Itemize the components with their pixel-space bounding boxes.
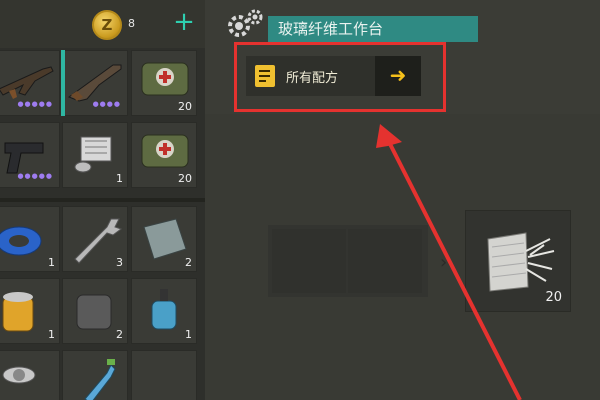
inventory-slot-rifle[interactable]: ●●●●● <box>0 50 60 116</box>
inventory-panel: Z 8 + ●●●●● ●●●● 20 ●●●●● 1 20 1 3 2 1 2… <box>0 0 205 400</box>
item-quantity: 1 <box>48 328 55 341</box>
inventory-slot-wrench[interactable]: 3 <box>62 206 128 272</box>
inventory-slot-pistol[interactable]: ●●●●● <box>0 122 60 188</box>
item-quantity: 20 <box>178 172 192 185</box>
ingredient-slot[interactable] <box>348 229 422 293</box>
rarity-dots: ●●●●● <box>17 172 53 180</box>
craft-direction-icon: › <box>440 252 448 273</box>
inventory-slot-engine[interactable]: 1 <box>62 122 128 188</box>
inventory-slot-metal-plate[interactable]: 2 <box>131 206 197 272</box>
glass-bottle-icon <box>84 359 116 400</box>
inventory-slot-medkit-2[interactable]: 20 <box>131 122 197 188</box>
inventory-slot-bottle[interactable] <box>62 350 128 400</box>
add-coin-button[interactable]: + <box>172 9 196 36</box>
workbench-title: 玻璃纤维工作台 <box>268 16 478 42</box>
selected-indicator <box>61 50 65 116</box>
inventory-slot-medkit[interactable]: 20 <box>131 50 197 116</box>
ingredient-slot[interactable] <box>272 229 346 293</box>
coin-count: 8 <box>128 17 135 30</box>
item-quantity: 20 <box>178 100 192 113</box>
highlight-annotation <box>234 42 446 112</box>
item-quantity: 1 <box>48 256 55 269</box>
item-quantity: 2 <box>116 328 123 341</box>
inventory-slot-empty[interactable] <box>131 350 197 400</box>
coin-icon: Z <box>92 10 122 40</box>
inventory-slot-pump[interactable]: 1 <box>131 278 197 344</box>
inventory-divider <box>0 198 205 202</box>
ingredient-slots <box>268 225 428 297</box>
item-quantity: 3 <box>116 256 123 269</box>
inventory-slot-propeller[interactable] <box>0 350 60 400</box>
inventory-slot-shotgun[interactable]: ●●●● <box>62 50 128 116</box>
inventory-slot-tape[interactable]: 1 <box>0 206 60 272</box>
output-slot[interactable]: 20 <box>465 210 571 312</box>
item-quantity: 1 <box>116 172 123 185</box>
rarity-dots: ●●●●● <box>17 100 53 108</box>
settings-gear-icon[interactable] <box>225 8 265 40</box>
propeller-icon <box>2 366 36 384</box>
output-quantity: 20 <box>545 290 562 305</box>
currency-bar: Z 8 + <box>0 0 205 48</box>
inventory-slot-oil-filter[interactable]: 1 <box>0 278 60 344</box>
item-quantity: 1 <box>185 328 192 341</box>
rarity-dots: ●●●● <box>92 100 121 108</box>
inventory-slot-rubber[interactable]: 2 <box>62 278 128 344</box>
item-quantity: 2 <box>185 256 192 269</box>
